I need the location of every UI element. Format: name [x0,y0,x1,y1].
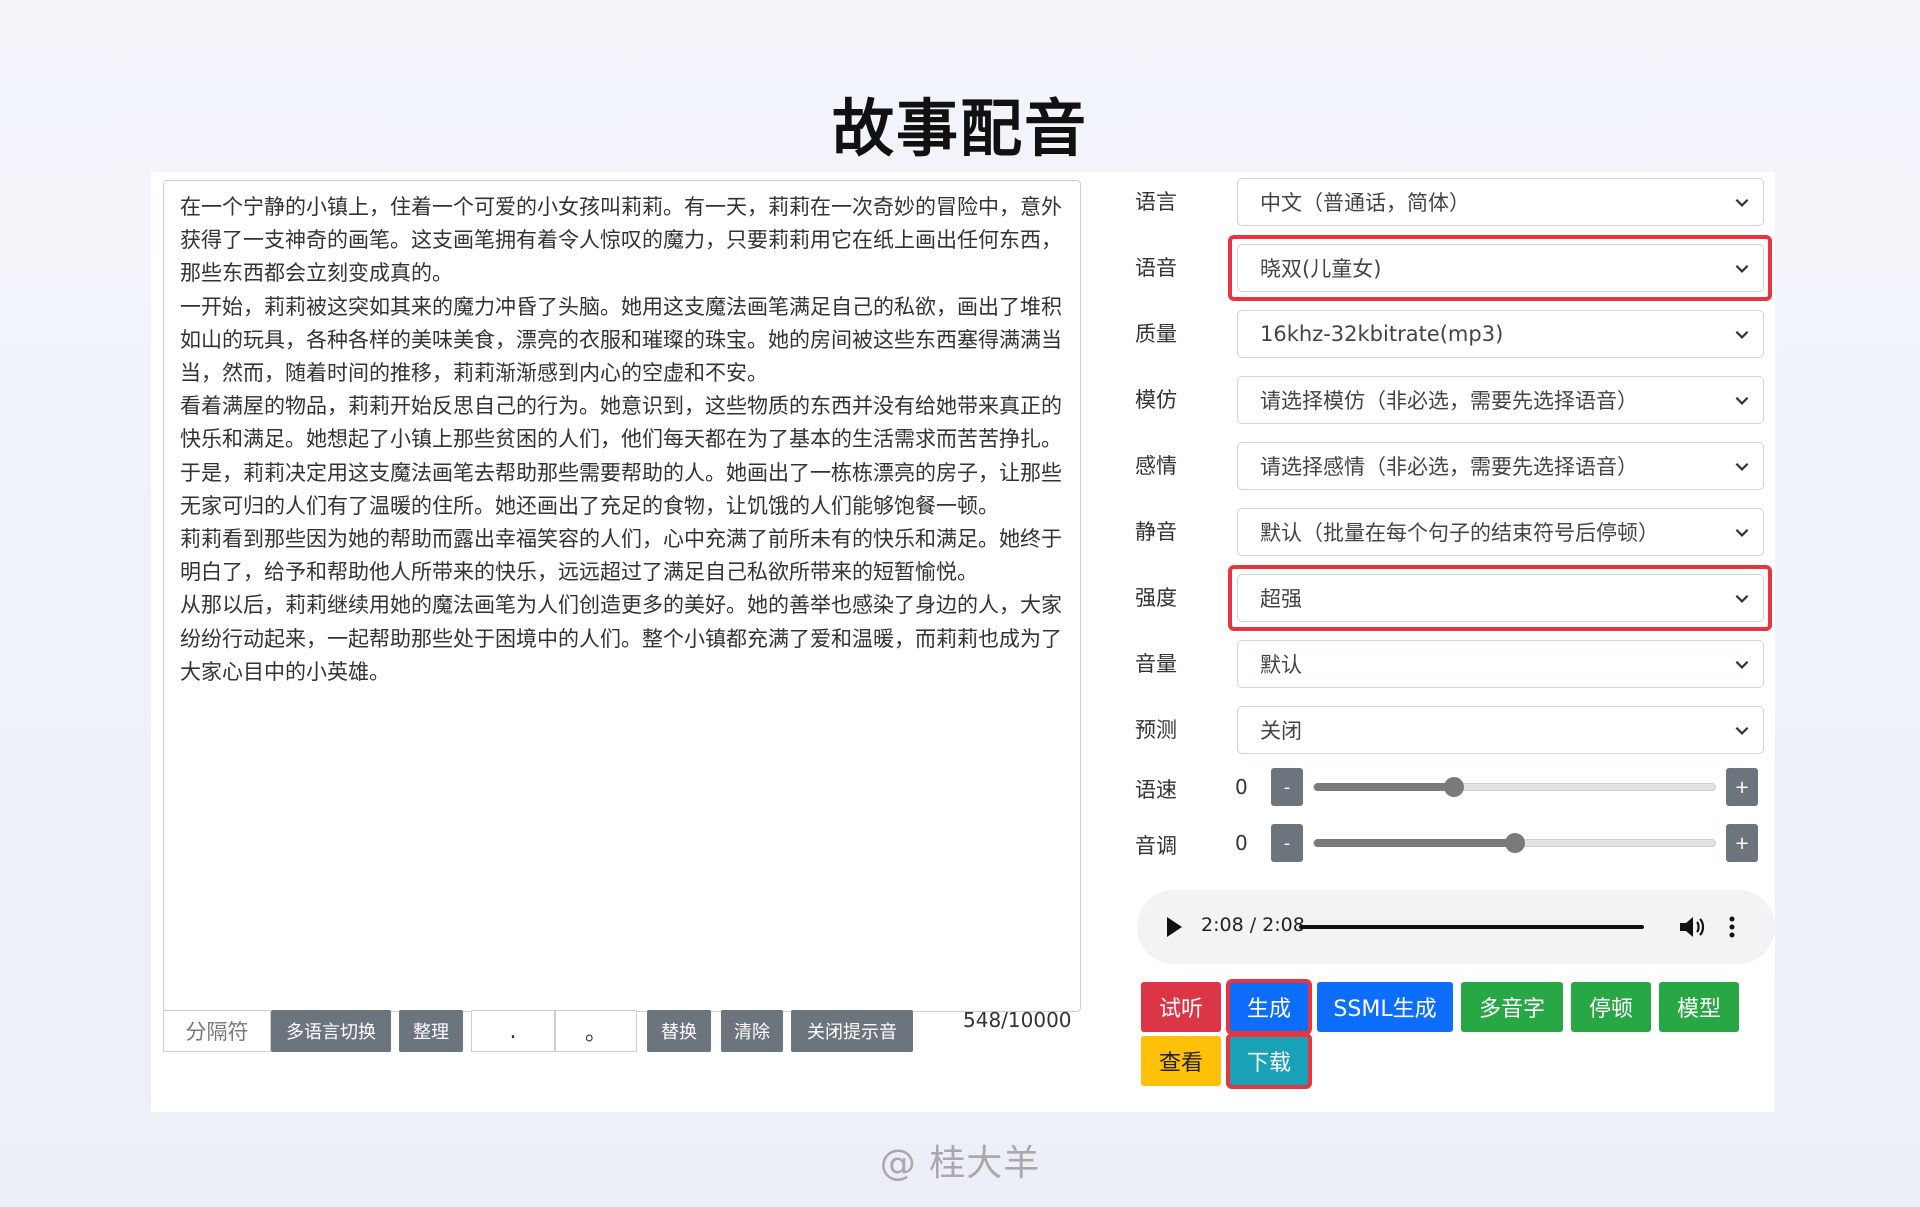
audio-player: 2:08 / 2:08 [1137,890,1775,964]
speed-label: 语速 [1135,778,1177,802]
char-counter: 548/10000 [963,1008,1072,1032]
speed-plus-button[interactable]: + [1726,768,1758,806]
chevron-down-icon [1735,264,1749,273]
voice-select[interactable]: 晓双(儿童女) [1237,244,1764,292]
audio-progress-bar[interactable] [1299,925,1644,929]
view-button[interactable]: 查看 [1141,1036,1221,1086]
chevron-down-icon [1735,396,1749,405]
speed-value: 0 [1235,775,1248,799]
chevron-down-icon [1735,528,1749,537]
find-input[interactable]: . [471,1010,555,1052]
imitate-select[interactable]: 请选择模仿（非必选，需要先选择语音） [1237,376,1764,424]
ssml-generate-button[interactable]: SSML生成 [1317,982,1453,1032]
pause-button[interactable]: 停顿 [1571,982,1651,1032]
chevron-down-icon [1735,726,1749,735]
volume-value: 默认 [1260,653,1302,677]
paragraph: 看着满屋的物品，莉莉开始反思自己的行为。她意识到，这些物质的东西并没有给她带来真… [180,394,1062,452]
audio-time: 2:08 / 2:08 [1201,914,1305,936]
tidy-button[interactable]: 整理 [399,1010,463,1052]
watermark: @ 桂大羊 [879,1143,1041,1184]
replace-button[interactable]: 替换 [647,1010,711,1052]
chevron-down-icon [1735,198,1749,207]
pitch-slider-knob[interactable] [1504,833,1525,853]
polyphone-button[interactable]: 多音字 [1461,982,1563,1032]
pitch-slider[interactable] [1313,833,1716,853]
quality-label: 质量 [1135,322,1177,346]
chevron-down-icon [1735,660,1749,669]
speed-minus-button[interactable]: - [1271,768,1303,806]
predict-label: 预测 [1135,718,1177,742]
pitch-plus-button[interactable]: + [1726,824,1758,862]
paragraph: 莉莉看到那些因为她的帮助而露出幸福笑容的人们，心中充满了前所未有的快乐和满足。她… [180,527,1062,585]
emotion-value: 请选择感情（非必选，需要先选择语音） [1260,455,1638,479]
predict-value: 关闭 [1260,719,1302,743]
voice-value: 晓双(儿童女) [1260,257,1382,281]
speed-slider-fill [1314,783,1455,791]
close-tip-sound-button[interactable]: 关闭提示音 [791,1010,913,1052]
silence-value: 默认（批量在每个句子的结束符号后停顿） [1260,521,1659,545]
editor-toolbar: 分隔符 多语言切换 整理 . 。 替换 清除 关闭提示音 [163,1010,1081,1052]
silence-select[interactable]: 默认（批量在每个句子的结束符号后停顿） [1237,508,1764,556]
intensity-value: 超强 [1260,587,1302,611]
story-textarea[interactable]: 在一个宁静的小镇上，住着一个可爱的小女孩叫莉莉。有一天，莉莉在一次奇妙的冒险中，… [163,180,1081,1012]
pitch-value: 0 [1235,831,1248,855]
pitch-minus-button[interactable]: - [1271,824,1303,862]
emotion-label: 感情 [1135,454,1177,478]
chevron-down-icon [1735,462,1749,471]
silence-label: 静音 [1135,520,1177,544]
language-select[interactable]: 中文（普通话，简体） [1237,178,1764,226]
imitate-label: 模仿 [1135,388,1177,412]
volume-label: 音量 [1135,652,1177,676]
language-label: 语言 [1135,190,1177,214]
page-title: 故事配音 [831,92,1088,165]
quality-value: 16khz-32kbitrate(mp3) [1260,322,1504,346]
pitch-label: 音调 [1135,834,1177,858]
model-button[interactable]: 模型 [1659,982,1739,1032]
language-value: 中文（普通话，简体） [1260,191,1470,215]
voice-label: 语音 [1135,256,1177,280]
quality-select[interactable]: 16khz-32kbitrate(mp3) [1237,310,1764,358]
intensity-select[interactable]: 超强 [1237,574,1764,622]
paragraph: 从那以后，莉莉继续用她的魔法画笔为人们创造更多的美好。她的善举也感染了身边的人，… [180,593,1062,684]
volume-icon[interactable] [1678,914,1706,940]
multi-language-button[interactable]: 多语言切换 [271,1010,391,1052]
speed-slider[interactable] [1313,777,1716,797]
listen-button[interactable]: 试听 [1141,982,1221,1032]
intensity-label: 强度 [1135,586,1177,610]
chevron-down-icon [1735,594,1749,603]
separator-select[interactable]: 分隔符 [163,1010,271,1052]
paragraph: 于是，莉莉决定用这支魔法画笔去帮助那些需要帮助的人。她画出了一栋栋漂亮的房子，让… [180,460,1062,518]
emotion-select[interactable]: 请选择感情（非必选，需要先选择语音） [1237,442,1764,490]
play-icon[interactable] [1165,916,1183,938]
speed-slider-knob[interactable] [1444,777,1465,797]
predict-select[interactable]: 关闭 [1237,706,1764,754]
volume-select[interactable]: 默认 [1237,640,1764,688]
pitch-slider-fill [1314,839,1515,847]
paragraph: 在一个宁静的小镇上，住着一个可爱的小女孩叫莉莉。有一天，莉莉在一次奇妙的冒险中，… [180,195,1062,286]
download-button[interactable]: 下载 [1226,1033,1312,1089]
main-panel: 在一个宁静的小镇上，住着一个可爱的小女孩叫莉莉。有一天，莉莉在一次奇妙的冒险中，… [151,172,1775,1112]
more-options-icon[interactable] [1727,914,1737,940]
replace-input[interactable]: 。 [555,1010,637,1052]
paragraph: 一开始，莉莉被这突如其来的魔力冲昏了头脑。她用这支魔法画笔满足自己的私欲，画出了… [180,294,1062,386]
chevron-down-icon [1735,330,1749,339]
imitate-value: 请选择模仿（非必选，需要先选择语音） [1260,389,1638,413]
clear-button[interactable]: 清除 [721,1010,783,1052]
generate-button[interactable]: 生成 [1226,979,1312,1035]
